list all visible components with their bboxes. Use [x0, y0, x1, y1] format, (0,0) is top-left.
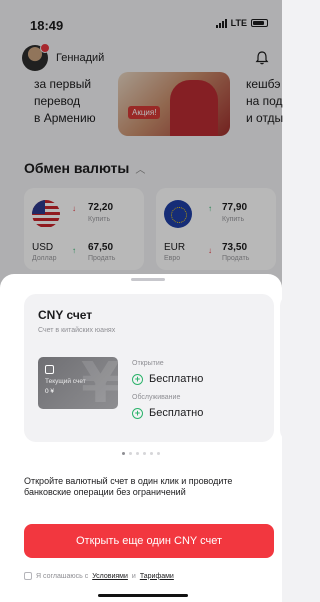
plus-circle-icon: + [132, 407, 143, 419]
open-account-button[interactable]: Открыть еще один CNY счет [24, 524, 274, 558]
terms-agreement: Я соглашаюсь с Условиями и Тарифами [24, 572, 174, 580]
terms-link[interactable]: Условиями [92, 573, 128, 580]
service-value: + Бесплатно [132, 407, 203, 419]
pager-dot [122, 452, 125, 455]
account-card[interactable]: CNY счет Счет в китайских юанях ¥ Текущи… [24, 294, 274, 442]
sheet-grabber[interactable] [131, 278, 165, 281]
opening-value: + Бесплатно [132, 373, 203, 385]
preview-balance: 0 ¥ [45, 388, 55, 395]
pager-dot [136, 452, 139, 455]
agree-checkbox[interactable] [24, 572, 32, 580]
card-chip-icon [45, 365, 54, 374]
yuan-watermark: ¥ [81, 357, 118, 409]
bottom-sheet: CNY счет Счет в китайских юанях ¥ Текущи… [0, 274, 300, 602]
agree-and: и [131, 572, 136, 580]
tariffs-link[interactable]: Тарифами [140, 573, 174, 580]
sheet-description: Откройте валютный счет в один клик и про… [24, 476, 233, 497]
preview-label: Текущий счет [45, 378, 86, 385]
carousel-pager[interactable] [122, 452, 160, 455]
pager-dot [129, 452, 132, 455]
account-title: CNY счет [38, 308, 93, 322]
agree-prefix: Я соглашаюсь с [36, 572, 89, 580]
pager-dot [143, 452, 146, 455]
account-card-preview: ¥ Текущий счет 0 ¥ [38, 357, 118, 409]
pager-dot [150, 452, 153, 455]
pager-dot [157, 452, 160, 455]
next-account-card[interactable] [280, 294, 300, 442]
service-label: Обслуживание [132, 394, 181, 401]
home-indicator [98, 594, 188, 597]
account-subtitle: Счет в китайских юанях [38, 327, 116, 334]
opening-label: Открытие [132, 360, 164, 367]
plus-circle-icon: + [132, 373, 143, 385]
